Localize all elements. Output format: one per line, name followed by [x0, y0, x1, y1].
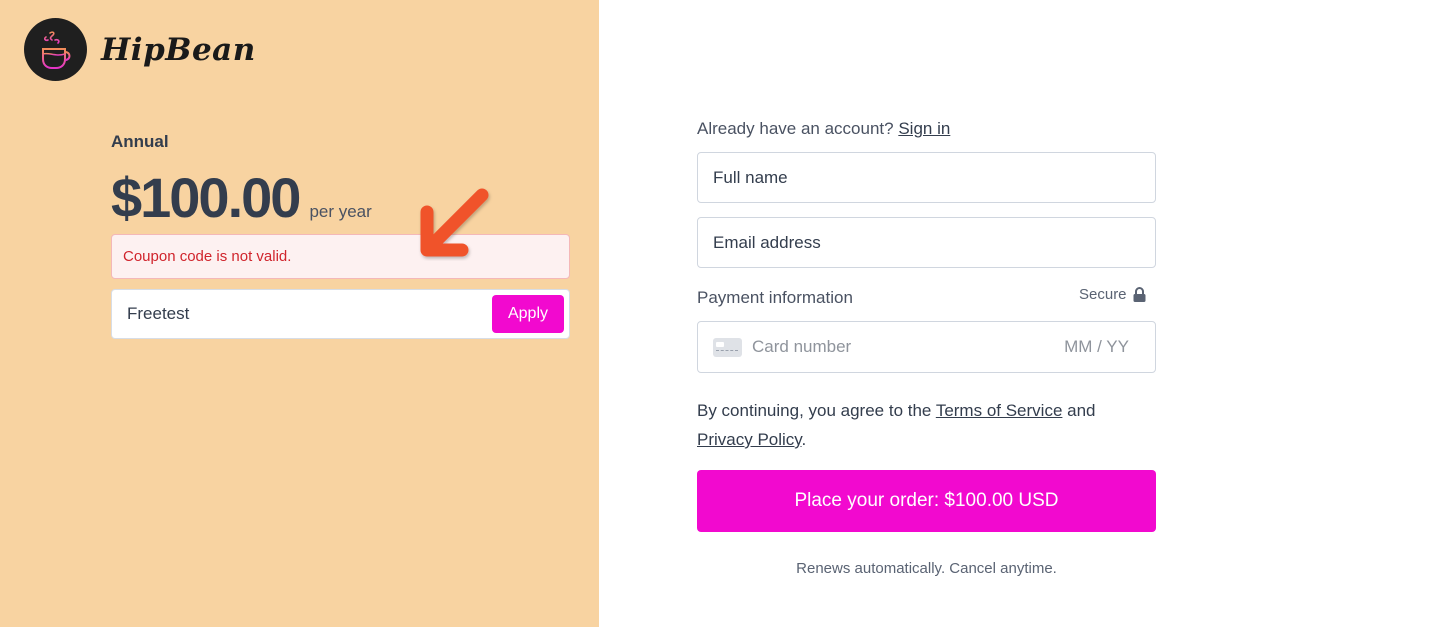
coupon-input[interactable]: [127, 304, 467, 324]
terms-and: and: [1067, 401, 1096, 420]
signin-prompt: Already have an account? Sign in: [697, 119, 950, 139]
place-order-button[interactable]: Place your order: $100.00 USD: [697, 470, 1156, 532]
brand-logo[interactable]: HipBean: [24, 18, 256, 81]
payment-info-label: Payment information: [697, 288, 853, 307]
coupon-error-alert: Coupon code is not valid.: [111, 234, 570, 279]
plan-period: per year: [309, 202, 372, 221]
checkout-form-panel: [599, 0, 1440, 627]
full-name-field: [697, 152, 1156, 203]
renewal-note: Renews automatically. Cancel anytime.: [796, 560, 1057, 577]
plan-price: $100.00: [111, 166, 301, 229]
signin-prompt-text: Already have an account?: [697, 119, 894, 138]
brand-name: HipBean: [101, 31, 256, 68]
order-summary-panel: HipBean Annual $100.00 per year Coupon c…: [0, 0, 599, 627]
terms-of-service-link[interactable]: Terms of Service: [936, 401, 1063, 420]
secure-label: Secure: [1079, 286, 1127, 303]
privacy-policy-link[interactable]: Privacy Policy: [697, 430, 802, 449]
coupon-field: Apply: [111, 289, 570, 339]
credit-card-icon: [713, 337, 742, 357]
plan-label: Annual: [111, 132, 169, 151]
signin-link[interactable]: Sign in: [898, 119, 950, 138]
card-expiry-input[interactable]: [1054, 337, 1129, 357]
lock-icon: [1133, 287, 1146, 302]
card-number-input[interactable]: [752, 337, 1054, 357]
terms-suffix: .: [801, 430, 807, 449]
email-input[interactable]: [713, 232, 1133, 253]
coffee-cup-icon: [24, 18, 87, 81]
apply-coupon-button[interactable]: Apply: [492, 295, 564, 333]
price-row: $100.00 per year: [111, 165, 372, 230]
coupon-error-text: Coupon code is not valid.: [123, 248, 292, 265]
full-name-input[interactable]: [713, 167, 1133, 188]
card-field: [697, 321, 1156, 373]
arrow-down-left-icon: [420, 188, 489, 257]
email-field: [697, 217, 1156, 268]
terms-text: By continuing, you agree to the Terms of…: [697, 396, 1167, 454]
terms-prefix: By continuing, you agree to the: [697, 401, 932, 420]
secure-indicator: Secure: [1079, 286, 1146, 303]
